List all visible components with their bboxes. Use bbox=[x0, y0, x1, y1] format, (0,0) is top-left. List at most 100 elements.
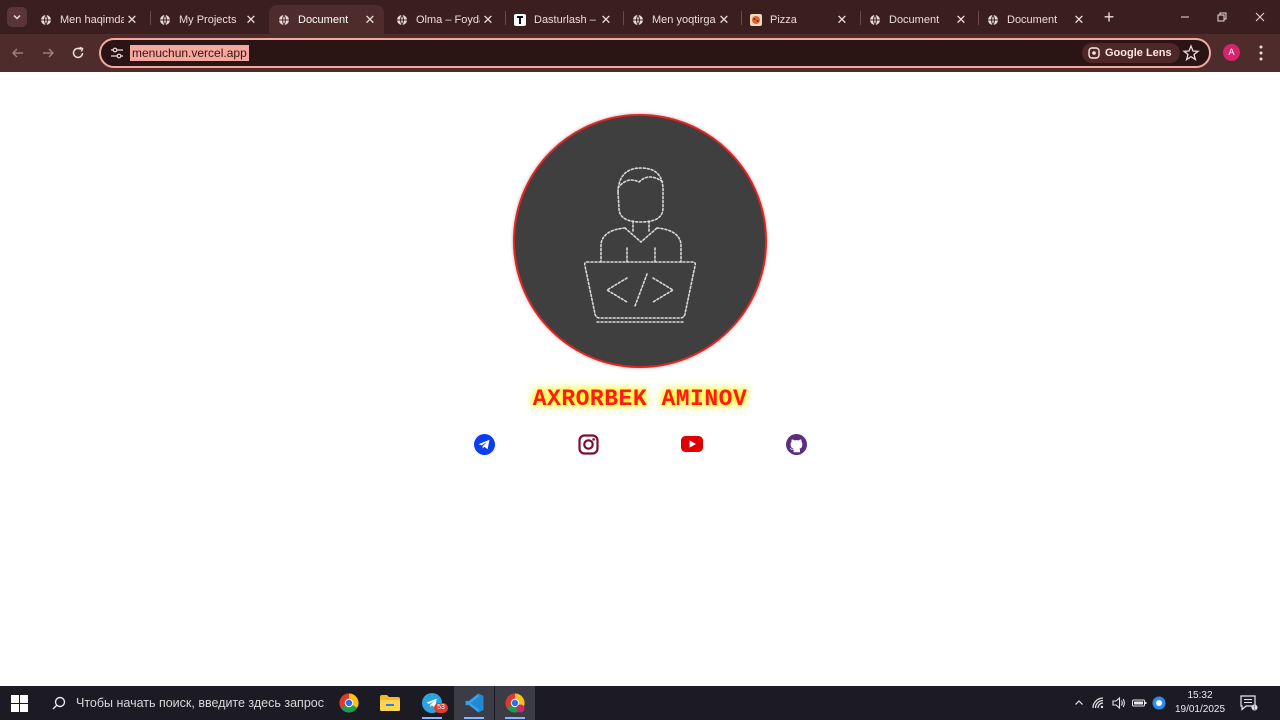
minimize-icon bbox=[1181, 16, 1189, 18]
developer-name: AXRORBEK AMINOV bbox=[532, 386, 748, 412]
clock-time: 15:32 bbox=[1187, 690, 1213, 701]
tab-title: Men yoqtirgan bbox=[652, 13, 716, 26]
tab-title: Men haqimda bbox=[60, 13, 124, 26]
tab-men-haqimda[interactable]: Men haqimda ✕ bbox=[31, 5, 146, 34]
tab-title: Pizza bbox=[770, 13, 797, 26]
close-icon[interactable]: ✕ bbox=[124, 12, 140, 28]
developer-illustration-icon bbox=[583, 167, 697, 323]
url-text[interactable]: menuchun.vercel.app bbox=[130, 45, 249, 61]
tab-document-active[interactable]: Document ✕ bbox=[269, 5, 384, 34]
tab-title: Document bbox=[1007, 13, 1058, 26]
windows-taskbar: Чтобы начать поиск, введите здесь запрос… bbox=[0, 686, 1280, 720]
google-lens-button[interactable]: Google Lens bbox=[1082, 43, 1180, 63]
forward-button[interactable] bbox=[38, 43, 58, 63]
taskbar-chrome[interactable] bbox=[329, 686, 369, 720]
profile-picture bbox=[513, 114, 767, 368]
wifi-icon bbox=[1092, 697, 1104, 709]
tab-dasturlash[interactable]: Dasturlash – Telegraph ✕ bbox=[505, 5, 620, 34]
globe-icon bbox=[159, 14, 171, 26]
telegram-unread-badge: 53 bbox=[434, 703, 448, 713]
taskbar-chrome-profile[interactable] bbox=[495, 686, 535, 720]
tray-volume[interactable] bbox=[1111, 686, 1127, 720]
youtube-icon bbox=[681, 436, 703, 452]
globe-icon bbox=[40, 14, 52, 26]
back-button[interactable] bbox=[8, 43, 28, 63]
bookmark-star-icon[interactable] bbox=[1182, 44, 1200, 62]
new-tab-button[interactable]: + bbox=[1100, 8, 1118, 26]
web-page: AXRORBEK AMINOV bbox=[0, 72, 1280, 686]
search-placeholder: Чтобы начать поиск, введите здесь запрос bbox=[76, 696, 324, 710]
tab-search-button[interactable] bbox=[7, 7, 27, 27]
lens-icon bbox=[1088, 47, 1100, 59]
tab-title: Dasturlash – Telegraph bbox=[534, 13, 598, 26]
chevron-up-icon bbox=[1075, 700, 1083, 705]
close-icon[interactable]: ✕ bbox=[243, 12, 259, 28]
reload-button[interactable] bbox=[68, 43, 88, 63]
tab-document-3[interactable]: Document ✕ bbox=[978, 5, 1093, 34]
social-links bbox=[0, 433, 1280, 459]
globe-icon bbox=[278, 14, 290, 26]
github-icon bbox=[785, 433, 807, 455]
pizza-icon bbox=[750, 13, 762, 26]
globe-icon bbox=[987, 14, 999, 26]
address-bar[interactable]: menuchun.vercel.app Google Lens bbox=[99, 38, 1211, 68]
vscode-icon bbox=[465, 693, 484, 713]
taskbar-file-explorer[interactable] bbox=[370, 686, 410, 720]
close-icon[interactable]: ✕ bbox=[953, 12, 969, 28]
github-link[interactable] bbox=[785, 433, 807, 455]
tray-app[interactable] bbox=[1151, 686, 1167, 720]
notifications-icon[interactable]: 1 bbox=[1240, 695, 1258, 711]
close-icon[interactable]: ✕ bbox=[1071, 12, 1087, 28]
close-icon[interactable]: ✕ bbox=[716, 12, 732, 28]
battery-plug-icon bbox=[1131, 699, 1146, 707]
minimize-button[interactable] bbox=[1176, 8, 1194, 26]
globe-icon bbox=[396, 14, 408, 26]
tab-title: Olma – Foydalanuvchi bbox=[416, 13, 480, 26]
telegraph-icon bbox=[514, 13, 526, 26]
arrow-left-icon bbox=[11, 48, 23, 58]
google-lens-label: Google Lens bbox=[1105, 47, 1172, 59]
tab-olma[interactable]: Olma – Foydalanuvchi ✕ bbox=[387, 5, 502, 34]
close-icon[interactable]: ✕ bbox=[480, 12, 496, 28]
taskbar-clock[interactable]: 15:32 19/01/2025 bbox=[1170, 689, 1230, 717]
restore-button[interactable] bbox=[1213, 8, 1231, 26]
tab-my-projects[interactable]: My Projects ✕ bbox=[150, 5, 265, 34]
app-status-icon bbox=[1152, 696, 1166, 710]
arrow-right-icon bbox=[43, 48, 55, 58]
taskbar-search[interactable]: Чтобы начать поиск, введите здесь запрос bbox=[40, 686, 330, 720]
tray-battery[interactable] bbox=[1131, 686, 1147, 720]
windows-start-icon[interactable] bbox=[11, 695, 28, 712]
globe-icon bbox=[869, 14, 881, 26]
tab-pizza[interactable]: Pizza ✕ bbox=[741, 5, 856, 34]
tab-men-yoqtirgan[interactable]: Men yoqtirgan ✕ bbox=[623, 5, 738, 34]
telegram-link[interactable] bbox=[473, 433, 495, 455]
close-icon[interactable]: ✕ bbox=[834, 12, 850, 28]
instagram-link[interactable] bbox=[577, 433, 599, 455]
site-settings-icon[interactable] bbox=[110, 46, 124, 60]
more-menu-icon[interactable] bbox=[1254, 44, 1268, 62]
tab-document-2[interactable]: Document ✕ bbox=[860, 5, 975, 34]
tray-network[interactable] bbox=[1091, 686, 1107, 720]
tab-strip: Men haqimda ✕ My Projects ✕ Document ✕ O… bbox=[0, 0, 1280, 34]
profile-avatar[interactable]: A bbox=[1223, 44, 1240, 61]
tab-title: Document bbox=[298, 13, 349, 26]
reload-icon bbox=[72, 46, 84, 59]
youtube-link[interactable] bbox=[681, 433, 703, 455]
folder-icon bbox=[380, 695, 400, 711]
tab-title: Document bbox=[889, 13, 940, 26]
taskbar-telegram[interactable]: 53 bbox=[412, 686, 452, 720]
clock-date: 19/01/2025 bbox=[1174, 704, 1226, 715]
tray-overflow-button[interactable] bbox=[1071, 686, 1087, 720]
close-window-button[interactable] bbox=[1251, 8, 1269, 26]
restore-icon bbox=[1217, 12, 1227, 22]
close-icon[interactable]: ✕ bbox=[362, 12, 378, 28]
svg-text:1: 1 bbox=[1253, 705, 1256, 711]
chrome-profile-icon bbox=[505, 693, 525, 713]
close-icon[interactable]: ✕ bbox=[598, 12, 614, 28]
telegram-icon bbox=[473, 433, 495, 455]
chevron-down-icon bbox=[13, 14, 21, 20]
chrome-icon bbox=[339, 693, 359, 713]
taskbar-vscode[interactable] bbox=[454, 686, 494, 720]
instagram-icon bbox=[577, 433, 599, 455]
speaker-icon bbox=[1112, 697, 1125, 709]
